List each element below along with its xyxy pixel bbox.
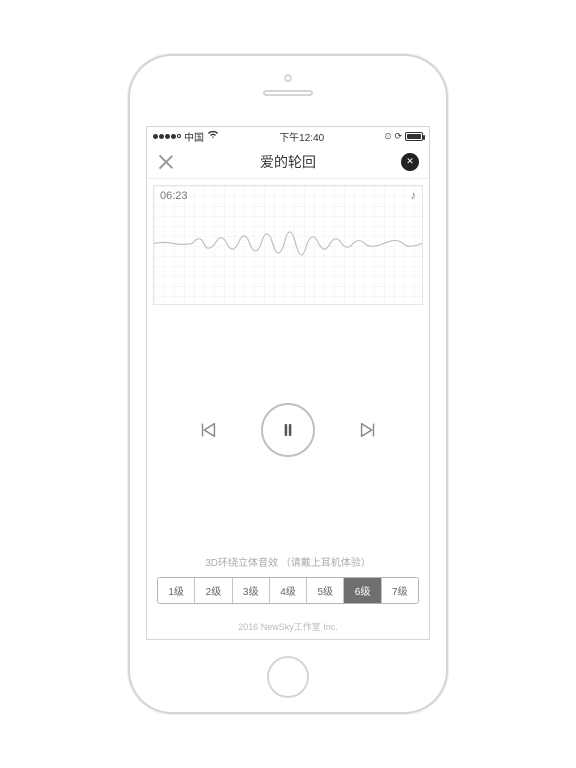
home-button[interactable] [267, 656, 309, 698]
carrier-label: 中国 [184, 129, 204, 144]
eq-level-button[interactable]: 6级 [344, 578, 381, 603]
status-bar: 中国 下午12:40 ⏲ ⟳ [147, 127, 429, 145]
share-button[interactable]: ✕ [401, 153, 419, 171]
alarm-icon: ⏲ [384, 131, 391, 142]
wifi-icon [207, 130, 219, 142]
eq-section: 3D环绕立体音效 （请戴上耳机体验） 1级2级3级4级5级6级7级 [147, 554, 429, 612]
eq-level-button[interactable]: 3级 [233, 578, 270, 603]
nav-bar: 爱的轮回 ✕ [147, 145, 429, 179]
waveform-panel: 06:23 ♪ [153, 185, 423, 305]
phone-speaker [263, 90, 313, 96]
pause-icon [278, 420, 298, 440]
eq-label: 3D环绕立体音效 （请戴上耳机体验） [157, 554, 419, 569]
phone-camera [284, 74, 292, 82]
eq-level-button[interactable]: 4级 [270, 578, 307, 603]
previous-button[interactable] [197, 419, 219, 441]
orientation-lock-icon: ⟳ [394, 131, 402, 142]
page-title: 爱的轮回 [260, 152, 316, 172]
eq-level-button[interactable]: 5级 [307, 578, 344, 603]
next-button[interactable] [357, 419, 379, 441]
playback-controls [147, 305, 429, 554]
status-left: 中国 [153, 129, 219, 144]
phone-frame: 中国 下午12:40 ⏲ ⟳ 爱的轮回 ✕ [128, 54, 448, 714]
eq-level-button[interactable]: 7级 [382, 578, 418, 603]
status-right: ⏲ ⟳ [384, 131, 423, 142]
screen: 中国 下午12:40 ⏲ ⟳ 爱的轮回 ✕ [146, 126, 430, 640]
close-icon[interactable] [157, 153, 175, 171]
pause-button[interactable] [261, 403, 315, 457]
stage: 中国 下午12:40 ⏲ ⟳ 爱的轮回 ✕ [0, 0, 576, 768]
share-icon: ✕ [406, 156, 414, 167]
waveform-icon [154, 186, 422, 301]
status-time: 下午12:40 [279, 129, 324, 144]
battery-icon [405, 132, 423, 141]
signal-dots-icon [153, 134, 181, 139]
eq-level-button[interactable]: 2级 [195, 578, 232, 603]
eq-level-button[interactable]: 1级 [158, 578, 195, 603]
footer-copyright: 2016 NewSky工作室 Inc. [147, 612, 429, 639]
eq-level-row: 1级2级3级4级5级6级7级 [157, 577, 419, 604]
